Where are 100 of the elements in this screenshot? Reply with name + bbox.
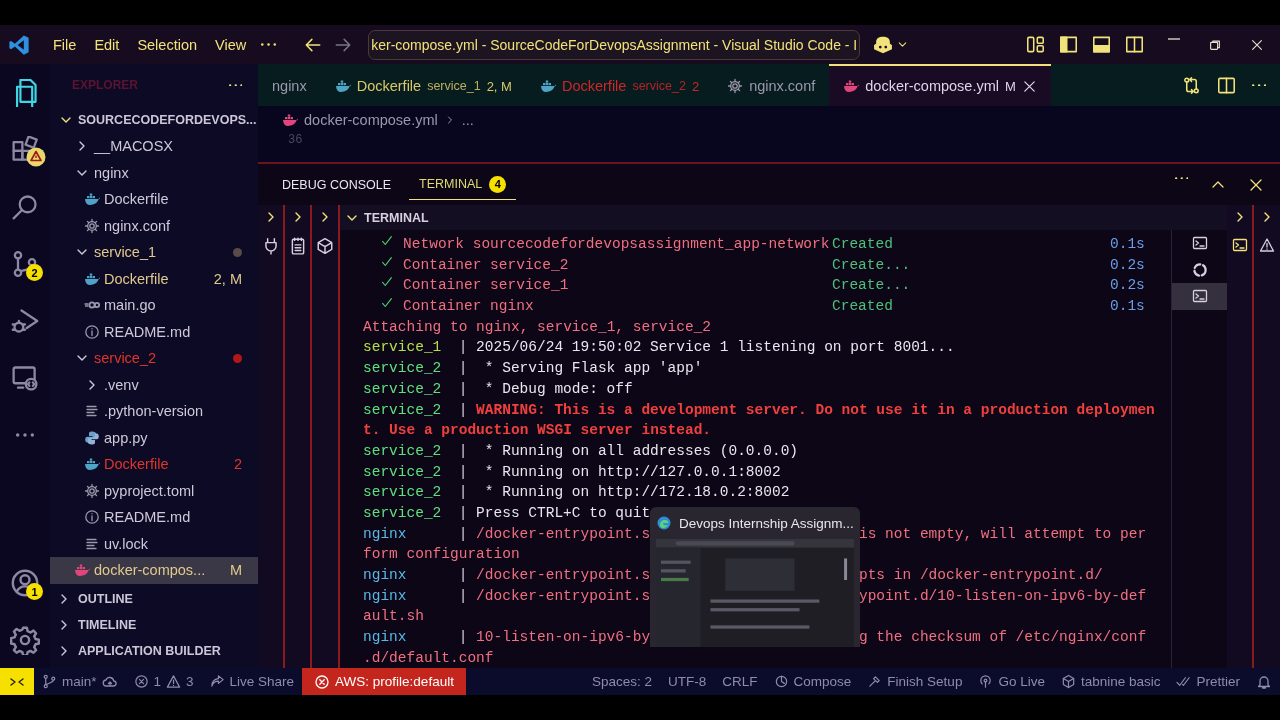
status-text: Created — [832, 297, 893, 317]
tree-item[interactable]: uv.lock — [50, 530, 258, 557]
editor-tab[interactable]: nginx — [258, 64, 321, 106]
tree-item[interactable]: service_1 — [50, 239, 258, 266]
tree-item[interactable]: nginx — [50, 159, 258, 186]
source-name: service_1 — [363, 338, 443, 358]
account-icon — [10, 567, 40, 598]
log-text: Press CTRL+C to quit — [476, 503, 651, 523]
tree-item[interactable]: main.go — [50, 292, 258, 319]
compose-icon — [773, 674, 789, 689]
gear-icon — [84, 217, 100, 234]
log-text: * Debug mode: off — [483, 379, 633, 399]
count-badge: 2 — [26, 264, 43, 281]
log-text: * Running on http://127.0.0.1:8002 — [483, 462, 781, 482]
status-item[interactable]: Finish Setup — [859, 668, 971, 695]
tree-item[interactable]: .venv — [50, 371, 258, 398]
log-text: /docker-entrypoint.s — [476, 525, 651, 542]
tree-item[interactable]: Dockerfile — [50, 186, 258, 213]
folder-header[interactable]: SOURCECODEFORDEVOPS... — [50, 106, 258, 133]
status-text: Create... — [832, 255, 911, 275]
tree-item[interactable]: .python-version — [50, 398, 258, 425]
status-item[interactable]: Compose — [765, 668, 860, 695]
log-text: Network sourcecodefordevopsassignment_app-network — [403, 235, 830, 254]
status-item[interactable]: Prettier — [1168, 668, 1248, 695]
close-icon — [1021, 78, 1037, 94]
status-text: Created — [832, 235, 893, 254]
ring-icon — [1190, 260, 1209, 279]
log-text: /docker-entrypoint.s — [476, 587, 651, 604]
panel-tab[interactable]: TERMINAL 4 — [409, 169, 517, 200]
log-text: * Running on all addresses (0.0.0.0) — [483, 441, 799, 461]
restore-icon — [1208, 37, 1222, 52]
duration-text: 0.2s — [1110, 276, 1145, 296]
separator-text: | — [458, 441, 468, 461]
source-name: service_2 — [363, 379, 443, 399]
status-item[interactable]: Spaces: 2 — [584, 668, 661, 695]
log-text: Attaching to nginx, service_1, service_2 — [363, 317, 712, 337]
aws-profile-button[interactable]: AWS: profile:default — [302, 668, 466, 695]
section-header[interactable]: TIMELINE — [50, 612, 258, 639]
minimize-icon — [1168, 37, 1180, 40]
status-item[interactable]: CRLF — [714, 668, 766, 695]
tree-item[interactable]: service_2 — [50, 345, 258, 372]
tree-item[interactable]: Dockerfile 2, M — [50, 265, 258, 292]
menu-item[interactable]: Selection — [128, 32, 207, 57]
sidebar-toggle-icon — [1059, 35, 1078, 54]
breadcrumb-item[interactable]: docker-compose.yml — [304, 111, 438, 128]
status-item[interactable]: Live Share — [201, 668, 303, 695]
ellipsis-icon — [228, 83, 242, 87]
log-text: t. Use a production WSGI server instead. — [363, 421, 712, 441]
terminal-title: TERMINAL — [364, 210, 429, 225]
problems-button[interactable]: 1 3 — [125, 668, 202, 695]
terminal-icon — [1191, 288, 1208, 305]
source-name: service_2 — [363, 359, 443, 379]
log-text: form configuration — [363, 545, 520, 565]
source-name: nginx — [363, 566, 408, 585]
terminal-tab[interactable] — [1172, 283, 1227, 310]
log-text: Container service_2 — [403, 255, 569, 275]
ellipsis-icon — [1251, 83, 1266, 87]
section-header[interactable]: OUTLINE — [50, 586, 258, 613]
tree-item[interactable]: README.md — [50, 318, 258, 345]
gear-icon — [84, 482, 100, 499]
log-text: 2025/06/24 19:50:02 Service 1 listening on port 8001... — [476, 338, 955, 358]
status-item[interactable]: UTF-8 — [660, 668, 715, 695]
hexagon-icon — [1060, 674, 1076, 689]
log-text: Container service_1 — [403, 276, 569, 296]
remote-button[interactable] — [0, 668, 34, 695]
menu-item[interactable]: View — [206, 32, 256, 57]
duration-text: 0.2s — [1110, 255, 1145, 275]
menu-item[interactable]: Edit — [85, 32, 129, 57]
window-preview[interactable]: Devops Internship Assignm... — [650, 507, 860, 647]
status-item[interactable]: Go Live — [970, 668, 1053, 695]
count-badge: 1 — [26, 583, 43, 601]
tree-item[interactable]: __MACOSX — [50, 133, 258, 160]
tree-item[interactable]: nginx.conf — [50, 212, 258, 239]
log-text: Container nginx — [403, 297, 534, 317]
editor-tab[interactable]: Dockerfile service_1 2, M — [320, 64, 526, 106]
log-text: WARNING: This is a development server. Do not use it in a production deploymen — [476, 400, 1155, 420]
tree-item[interactable]: app.py — [50, 424, 258, 451]
status-item[interactable]: tabnine basic — [1052, 668, 1169, 695]
tree-item[interactable]: Dockerfile 2 — [50, 451, 258, 478]
branch-button[interactable]: main* — [34, 668, 126, 695]
menu-item[interactable]: File — [44, 32, 86, 57]
log-text: ypoint.d/10-listen-on-ipv6-by-def — [858, 586, 1147, 606]
tree-item[interactable]: README.md — [50, 504, 258, 531]
live-share-icon — [209, 674, 225, 689]
panel-tab[interactable]: DEBUG CONSOLE — [272, 171, 402, 198]
settings-icon — [10, 624, 40, 655]
window-title[interactable]: ker-compose.yml - SourceCodeForDevopsAssignment - Visual Studio Code - I — [368, 29, 861, 60]
warning-icon — [166, 674, 182, 689]
ellipsis-icon — [1174, 176, 1188, 180]
breadcrumb-item[interactable]: ... — [461, 111, 474, 128]
terminal-icon — [1191, 235, 1208, 252]
source-name: service_2 — [363, 462, 443, 482]
editor-tab[interactable]: nginx.conf — [713, 64, 830, 106]
tree-item[interactable]: docker-compos... M — [50, 557, 258, 584]
layout-grid-icon — [1026, 35, 1045, 54]
gear-icon — [727, 78, 744, 94]
tree-item[interactable]: pyproject.toml — [50, 477, 258, 504]
line-number: 36 — [288, 133, 303, 147]
editor-tab[interactable]: docker-compose.yml M — [829, 64, 1051, 106]
section-header[interactable]: APPLICATION BUILDER — [50, 638, 258, 665]
